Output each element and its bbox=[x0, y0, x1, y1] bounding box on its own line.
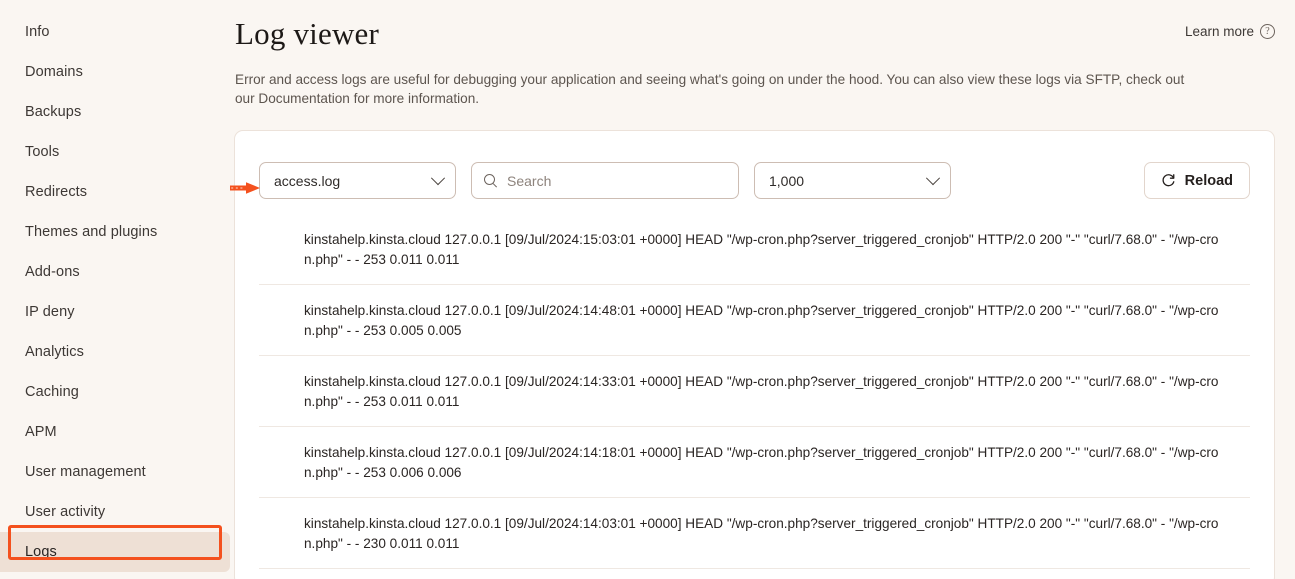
sidebar-item-label: User activity bbox=[25, 504, 106, 520]
search-icon bbox=[484, 173, 498, 188]
line-count-select[interactable]: 1,000 bbox=[754, 162, 951, 200]
log-viewer-card: access.log 1,000 Reload bbox=[234, 130, 1275, 579]
sidebar-item-label: Logs bbox=[25, 544, 57, 560]
log-toolbar: access.log 1,000 Reload bbox=[235, 131, 1274, 200]
reload-button[interactable]: Reload bbox=[1143, 162, 1250, 200]
log-entry-row: kinstahelp.kinsta.cloud 127.0.0.1 [09/Ju… bbox=[259, 356, 1250, 428]
app-root: Info Domains Backups Tools Redirects The… bbox=[0, 0, 1295, 579]
sidebar-item-label: Domains bbox=[25, 64, 83, 80]
log-entry-row: kinstahelp.kinsta.cloud 127.0.0.1 [09/Ju… bbox=[259, 498, 1250, 570]
sidebar-item-label: Add-ons bbox=[25, 264, 80, 280]
log-entry-list[interactable]: kinstahelp.kinsta.cloud 127.0.0.1 [09/Ju… bbox=[235, 219, 1274, 570]
refresh-icon bbox=[1162, 174, 1175, 187]
log-file-select[interactable]: access.log bbox=[259, 162, 456, 200]
main-content: Log viewer Learn more ? Error and access… bbox=[230, 0, 1295, 579]
search-input-wrapper[interactable] bbox=[471, 162, 739, 200]
sidebar-item-analytics[interactable]: Analytics bbox=[0, 332, 230, 372]
sidebar-item-label: Caching bbox=[25, 384, 79, 400]
sidebar-item-apm[interactable]: APM bbox=[0, 412, 230, 452]
sidebar-item-label: Themes and plugins bbox=[25, 224, 158, 240]
sidebar-item-themes-and-plugins[interactable]: Themes and plugins bbox=[0, 212, 230, 252]
learn-more-label: Learn more bbox=[1184, 24, 1254, 39]
sidebar-item-backups[interactable]: Backups bbox=[0, 92, 230, 132]
sidebar-item-label: APM bbox=[25, 424, 57, 440]
sidebar-item-label: Analytics bbox=[25, 344, 84, 360]
sidebar-item-add-ons[interactable]: Add-ons bbox=[0, 252, 230, 292]
sidebar-item-info[interactable]: Info bbox=[0, 12, 230, 52]
sidebar-item-label: User management bbox=[25, 464, 146, 480]
search-input[interactable] bbox=[507, 172, 726, 189]
sidebar-item-tools[interactable]: Tools bbox=[0, 132, 230, 172]
sidebar-item-label: IP deny bbox=[25, 304, 75, 320]
sidebar-item-ip-deny[interactable]: IP deny bbox=[0, 292, 230, 332]
chevron-down-icon bbox=[430, 170, 446, 186]
log-entry-row: kinstahelp.kinsta.cloud 127.0.0.1 [09/Ju… bbox=[259, 427, 1250, 499]
sidebar-item-label: Info bbox=[25, 24, 50, 40]
sidebar-item-label: Redirects bbox=[25, 184, 88, 200]
chevron-down-icon bbox=[925, 170, 941, 186]
line-count-select-value: 1,000 bbox=[769, 172, 805, 189]
page-title: Log viewer bbox=[235, 16, 380, 51]
sidebar-item-label: Backups bbox=[25, 104, 82, 120]
learn-more-link[interactable]: Learn more ? bbox=[1185, 8, 1275, 39]
sidebar-item-label: Tools bbox=[25, 144, 60, 160]
question-circle-icon: ? bbox=[1260, 24, 1275, 39]
sidebar-item-user-activity[interactable]: User activity bbox=[0, 492, 230, 532]
sidebar-item-redirects[interactable]: Redirects bbox=[0, 172, 230, 212]
sidebar-item-logs[interactable]: Logs bbox=[0, 532, 230, 572]
log-entry-row: kinstahelp.kinsta.cloud 127.0.0.1 [09/Ju… bbox=[259, 285, 1250, 357]
sidebar-item-caching[interactable]: Caching bbox=[0, 372, 230, 412]
page-header: Log viewer Learn more ? bbox=[230, 0, 1285, 54]
reload-button-label: Reload bbox=[1184, 172, 1233, 189]
log-entry-row: kinstahelp.kinsta.cloud 127.0.0.1 [09/Ju… bbox=[259, 219, 1250, 286]
page-description: Error and access logs are useful for deb… bbox=[235, 72, 1185, 107]
sidebar-item-domains[interactable]: Domains bbox=[0, 52, 230, 92]
sidebar: Info Domains Backups Tools Redirects The… bbox=[0, 0, 230, 579]
sidebar-item-user-management[interactable]: User management bbox=[0, 452, 230, 492]
log-file-select-value: access.log bbox=[274, 172, 341, 189]
